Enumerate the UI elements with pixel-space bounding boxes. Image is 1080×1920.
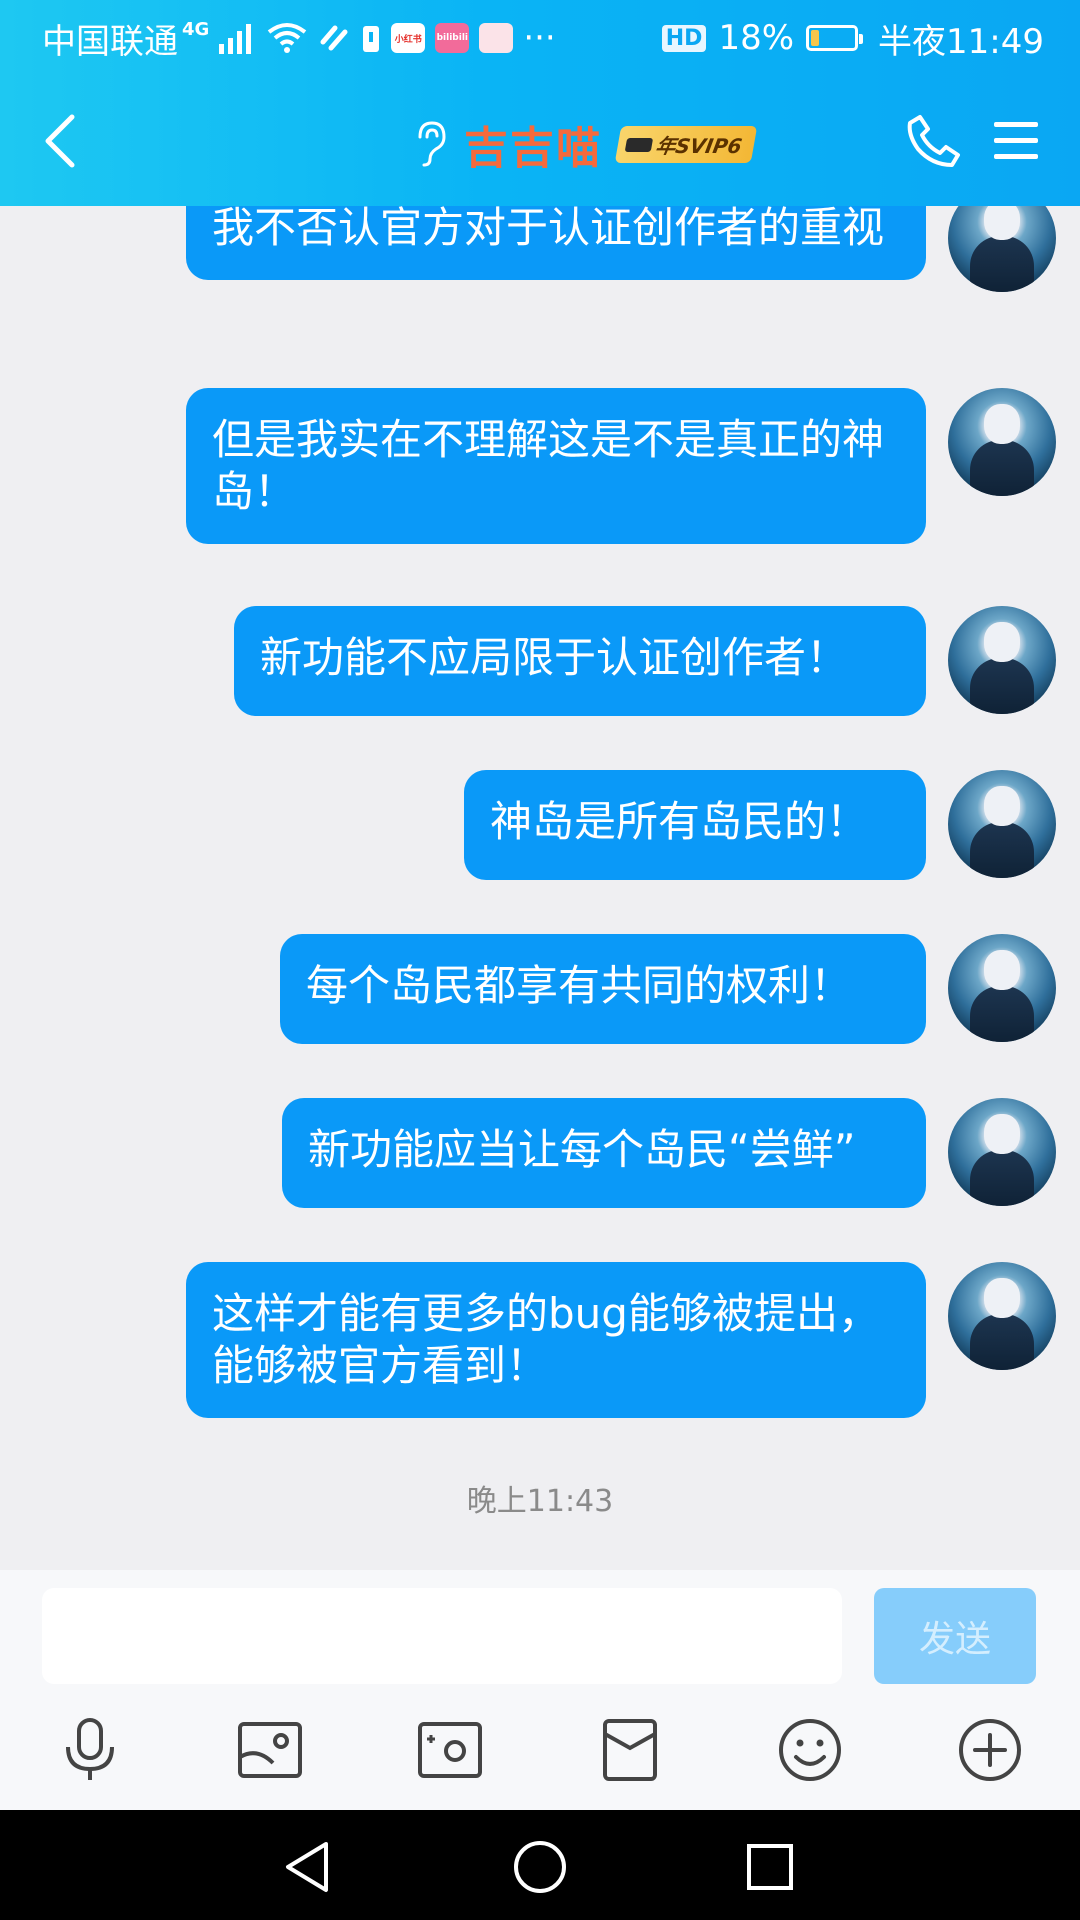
svip-crown-icon [624, 137, 654, 151]
avatar[interactable] [948, 206, 1056, 292]
avatar[interactable] [948, 388, 1056, 496]
more-notifications: ··· [523, 18, 556, 58]
image-icon [238, 1722, 302, 1778]
camera-button[interactable] [410, 1710, 490, 1790]
svip-badge: 年SVIP6 [614, 125, 758, 163]
voice-button[interactable] [50, 1710, 130, 1790]
red-packet-icon [603, 1719, 657, 1781]
box-app-icon [479, 23, 514, 53]
message-bubble[interactable]: 新功能不应局限于认证创作者！ [234, 606, 926, 716]
signal-icon [219, 24, 252, 54]
send-button[interactable]: 发送 [874, 1588, 1036, 1684]
clock: 半夜11:49 [878, 21, 1044, 62]
emoji-button[interactable] [770, 1710, 850, 1790]
plus-icon [959, 1719, 1021, 1781]
menu-button[interactable] [984, 108, 1048, 174]
battery-icon [806, 25, 864, 51]
carrier-label: 中国联通 [42, 21, 178, 62]
microphone-icon [66, 1718, 114, 1780]
phone-icon [907, 115, 960, 167]
avatar[interactable] [948, 770, 1056, 878]
hd-badge: HD [661, 24, 707, 52]
system-nav-bar [0, 1810, 1080, 1920]
xiaohongshu-app-icon: 小红书 [391, 23, 426, 53]
nav-back-button[interactable] [272, 1832, 342, 1902]
ear-icon [418, 121, 446, 167]
call-button[interactable] [902, 108, 966, 174]
bilibili-app-icon: bilibili [435, 23, 470, 53]
battery-saver-icon [363, 26, 380, 52]
recent-square-icon [747, 1844, 793, 1890]
nav-recent-button[interactable] [735, 1832, 805, 1902]
title-bar: 吉吉喵 年SVIP6 [0, 76, 1080, 206]
avatar[interactable] [948, 1262, 1056, 1370]
message-bubble[interactable]: 这样才能有更多的bug能够被提出，能够被官方看到！ [186, 1262, 926, 1418]
message-bubble[interactable]: 我不否认官方对于认证创作者的重视 [186, 206, 926, 280]
more-button[interactable] [950, 1710, 1030, 1790]
message-bubble[interactable]: 新功能应当让每个岛民“尝鲜” [282, 1098, 926, 1208]
camera-icon [418, 1722, 482, 1778]
input-toolbar [0, 1710, 1080, 1810]
back-triangle-icon [286, 1842, 328, 1892]
avatar[interactable] [948, 934, 1056, 1042]
message-list[interactable]: 我不否认官方对于认证创作者的重视 但是我实在不理解这是不是真正的神岛！ 新功能不… [0, 206, 1080, 1570]
status-right: HD 18% 半夜11:49 [661, 14, 1044, 62]
chat-header: 中国联通 4G 小红书 bilibili ··· HD 18% 半夜11:49 … [0, 0, 1080, 206]
avatar[interactable] [948, 1098, 1056, 1206]
input-area: 发送 [0, 1570, 1080, 1810]
menu-icon [994, 122, 1038, 159]
network-badge: 4G [182, 18, 210, 40]
chat-title: 吉吉喵 [464, 123, 602, 174]
avatar[interactable] [948, 606, 1056, 714]
link-icon [320, 25, 348, 51]
back-chevron-icon [45, 114, 75, 168]
red-packet-button[interactable] [590, 1710, 670, 1790]
message-bubble[interactable]: 神岛是所有岛民的！ [464, 770, 926, 880]
nav-home-button[interactable] [505, 1832, 575, 1902]
photo-button[interactable] [230, 1710, 310, 1790]
back-button[interactable] [30, 108, 90, 174]
wifi-icon [268, 23, 307, 53]
message-bubble[interactable]: 但是我实在不理解这是不是真正的神岛！ [186, 388, 926, 544]
status-bar: 中国联通 4G 小红书 bilibili ··· HD 18% 半夜11:49 [0, 0, 1080, 76]
message-timestamp: 晚上11:43 [466, 1484, 614, 1519]
status-left: 中国联通 4G 小红书 bilibili ··· [42, 14, 556, 62]
svip-badge-label: 年SVIP6 [653, 133, 744, 158]
emoji-icon [779, 1719, 841, 1781]
message-bubble[interactable]: 每个岛民都享有共同的权利！ [280, 934, 926, 1044]
title-group[interactable]: 吉吉喵 年SVIP6 [412, 114, 758, 174]
message-input[interactable] [42, 1588, 842, 1684]
home-circle-icon [514, 1841, 566, 1893]
battery-percent: 18% [718, 18, 795, 58]
